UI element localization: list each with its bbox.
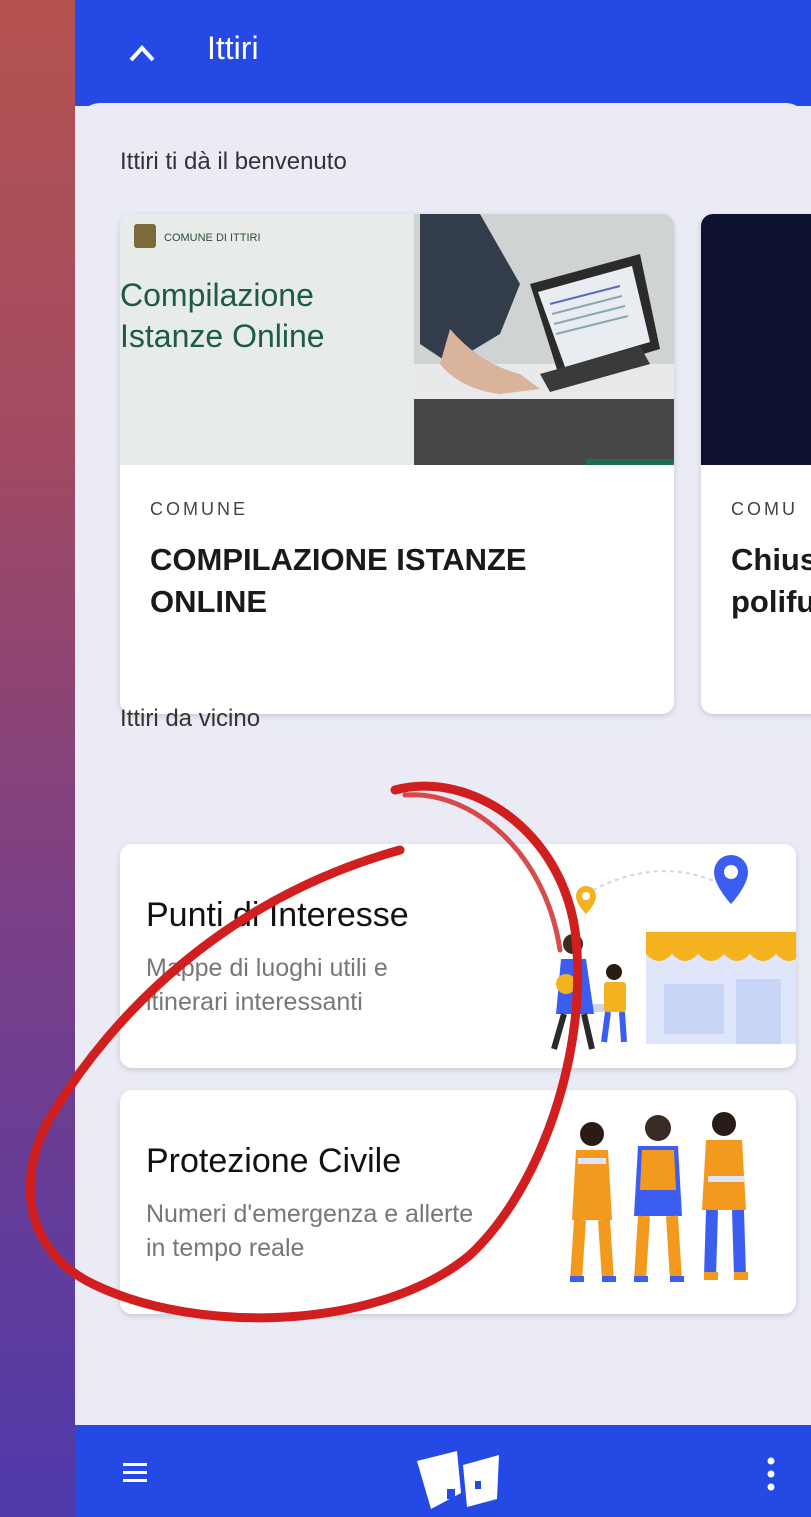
card-subtitle: Numeri d'emergenza e allerte in tempo re… — [146, 1200, 474, 1262]
card-subtitle: Mappe di luoghi utili e itinerari intere… — [146, 954, 388, 1016]
more-vertical-icon[interactable] — [767, 1457, 775, 1491]
card-title: Protezione Civile — [146, 1142, 402, 1180]
svg-text:Compilazione: Compilazione — [120, 277, 314, 313]
civil-protection-card[interactable]: Protezione Civile Numeri d'emergenza e a… — [120, 1090, 796, 1314]
shop-people-illustration — [551, 855, 796, 1050]
points-of-interest-card[interactable]: Punti di Interesse Mappe di luoghi utili… — [120, 844, 796, 1068]
top-app-bar: Ittiri — [75, 0, 811, 106]
nearby-section-title: Ittiri da vicino — [120, 705, 261, 732]
welcome-section-title: Ittiri ti dà il benvenuto — [120, 148, 347, 175]
card-image — [701, 214, 811, 465]
card-category: COMU — [731, 499, 798, 519]
chevron-up-icon[interactable] — [125, 38, 159, 66]
card-title: Punti di Interesse — [146, 896, 409, 934]
menu-icon[interactable] — [123, 1463, 147, 1483]
bottom-app-bar — [75, 1425, 811, 1517]
card-title-line: Chius — [731, 542, 811, 577]
page-title: Ittiri — [207, 30, 259, 66]
card-title: Chius polifu — [731, 539, 811, 623]
app-logo-icon[interactable] — [417, 1451, 499, 1511]
svg-text:Istanze Online: Istanze Online — [120, 318, 325, 354]
phone-screen: Ittiri Ittiri ti dà il benvenuto COMUNE … — [75, 0, 811, 1517]
rescue-workers-illustration — [570, 1112, 748, 1282]
compilazione-banner: COMUNE DI ITTIRI Compilazione Istanze On… — [120, 214, 674, 465]
card-category: COMUNE — [150, 499, 248, 519]
card-title: COMPILAZIONE ISTANZE ONLINE — [150, 542, 527, 619]
card-title-line: polifu — [731, 583, 811, 619]
card-image: COMUNE DI ITTIRI Compilazione Istanze On… — [120, 214, 674, 465]
svg-text:COMUNE DI ITTIRI: COMUNE DI ITTIRI — [164, 232, 261, 244]
news-card[interactable]: COMUNE DI ITTIRI Compilazione Istanze On… — [120, 214, 674, 714]
news-card[interactable]: COMU Chius polifu — [701, 214, 811, 714]
